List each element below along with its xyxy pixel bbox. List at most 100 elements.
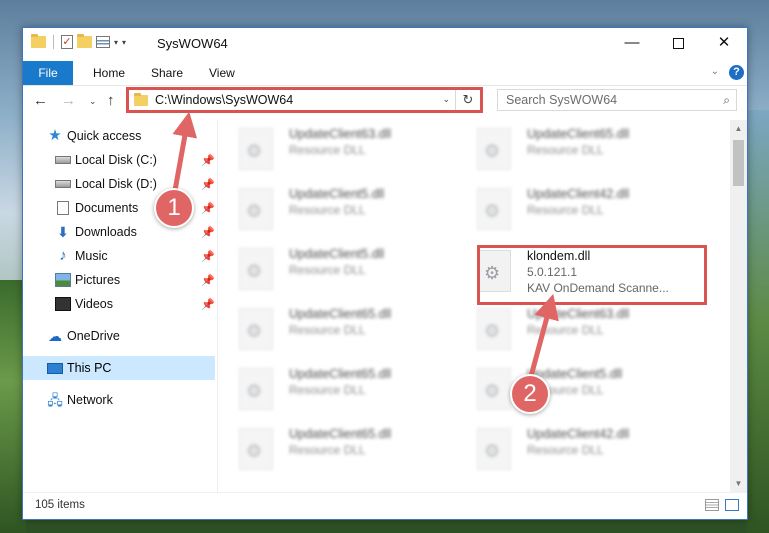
file-name: UpdateClient5.dll	[289, 247, 385, 261]
recent-locations-button[interactable]: ⌄	[89, 96, 97, 107]
music-icon: ♪	[59, 247, 67, 264]
sidebar-item-music[interactable]: ♪ Music 📌	[23, 244, 215, 268]
window-title: SysWOW64	[157, 36, 228, 51]
sidebar-item-label: Pictures	[75, 273, 121, 287]
properties-icon[interactable]	[96, 36, 110, 48]
dll-file-icon: ⚙	[477, 428, 511, 470]
file-type: Resource DLL	[289, 143, 366, 157]
tab-file[interactable]: File	[23, 61, 73, 85]
file-name: UpdateClient65.dll	[289, 367, 392, 381]
pin-icon[interactable]: 📌	[201, 202, 215, 215]
pin-icon[interactable]: 📌	[201, 274, 215, 287]
tab-view[interactable]: View	[209, 61, 235, 85]
sidebar-item-pictures[interactable]: Pictures 📌	[23, 268, 215, 292]
quick-access-toolbar: ✓ ▾ ▾	[31, 34, 126, 49]
expand-ribbon-icon[interactable]: ⌄	[711, 66, 719, 77]
minimize-button[interactable]: —	[609, 28, 655, 58]
ribbon: File Home Share View ⌄ ?	[23, 61, 747, 86]
sidebar-item-label: Local Disk (C:)	[75, 153, 157, 167]
gear-icon: ⚙	[246, 201, 263, 221]
disk-icon	[55, 156, 71, 164]
tab-share[interactable]: Share	[151, 61, 183, 85]
folder-icon	[31, 34, 46, 48]
dll-file-icon: ⚙	[239, 428, 273, 470]
network-icon: 🖧	[47, 392, 63, 408]
scrollbar-thumb[interactable]	[733, 140, 744, 186]
gear-icon: ⚙	[484, 441, 501, 461]
pin-icon[interactable]: 📌	[201, 226, 215, 239]
search-input[interactable]	[504, 92, 708, 108]
details-view-icon[interactable]	[705, 499, 719, 511]
dll-file-icon: ⚙	[239, 188, 273, 230]
forward-button[interactable]: →	[61, 92, 76, 109]
file-type: Resource DLL	[289, 323, 366, 337]
file-tile[interactable]: ⚙ UpdateClient42.dll Resource DLL	[457, 424, 685, 478]
dll-file-icon: ⚙	[477, 188, 511, 230]
search-icon[interactable]: ⌕	[723, 93, 730, 108]
dll-file-icon: ⚙	[239, 248, 273, 290]
file-name: UpdateClient42.dll	[527, 187, 630, 201]
sidebar-item-this-pc[interactable]: This PC	[23, 356, 215, 380]
sidebar-item-quick-access[interactable]: ★ Quick access	[23, 124, 215, 148]
step-2-badge: 2	[510, 374, 550, 414]
file-tile[interactable]: ⚙ UpdateClient5.dll Resource DLL	[457, 364, 685, 418]
file-tile[interactable]: ⚙ UpdateClient63.dll Resource DLL	[457, 304, 685, 358]
dll-file-icon: ⚙	[477, 128, 511, 170]
maximize-button[interactable]	[655, 28, 701, 58]
file-tile[interactable]: ⚙ UpdateClient65.dll Resource DLL	[219, 364, 447, 418]
sidebar-item-label: Quick access	[67, 129, 142, 143]
status-bar: 105 items	[23, 492, 747, 519]
properties-check-icon[interactable]: ✓	[61, 35, 73, 49]
pin-icon[interactable]: 📌	[201, 298, 215, 311]
pin-icon[interactable]: 📌	[201, 154, 215, 167]
up-button[interactable]: ↑	[107, 92, 115, 109]
file-tile[interactable]: ⚙ UpdateClient65.dll Resource DLL	[219, 304, 447, 358]
file-type: Resource DLL	[289, 203, 366, 217]
file-tile[interactable]: ⚙ UpdateClient63.dll Resource DLL	[219, 124, 447, 178]
toolbar-separator	[53, 35, 54, 49]
file-name: UpdateClient65.dll	[289, 307, 392, 321]
file-highlight-box	[477, 245, 707, 305]
help-icon[interactable]: ?	[729, 65, 744, 80]
dll-file-icon: ⚙	[239, 368, 273, 410]
step-1-badge: 1	[154, 188, 194, 228]
vertical-scrollbar[interactable]: ▲ ▼	[730, 120, 747, 492]
sidebar-item-label: Documents	[75, 201, 139, 215]
file-type: Resource DLL	[527, 323, 604, 337]
file-tile[interactable]: ⚙ UpdateClient65.dll Resource DLL	[219, 424, 447, 478]
search-box[interactable]: ⌕	[497, 89, 737, 111]
scroll-down-icon[interactable]: ▼	[730, 475, 747, 492]
sidebar-item-videos[interactable]: Videos 📌	[23, 292, 215, 316]
title-bar: ✓ ▾ ▾ SysWOW64 — ✕	[23, 28, 747, 61]
tab-home[interactable]: Home	[93, 61, 125, 85]
sidebar-item-local-disk-c[interactable]: Local Disk (C:) 📌	[23, 148, 215, 172]
pin-icon[interactable]: 📌	[201, 178, 215, 191]
sidebar-item-label: Videos	[75, 297, 113, 311]
pane-divider[interactable]	[217, 120, 218, 492]
file-tile[interactable]: ⚙ UpdateClient5.dll Resource DLL	[219, 244, 447, 298]
pin-icon[interactable]: 📌	[201, 250, 215, 263]
file-tile[interactable]: ⚙ UpdateClient5.dll Resource DLL	[219, 184, 447, 238]
sidebar-item-onedrive[interactable]: ☁ OneDrive	[23, 324, 215, 348]
gear-icon: ⚙	[484, 381, 501, 401]
customize-toolbar-icon[interactable]: ▾	[122, 38, 126, 47]
close-button[interactable]: ✕	[701, 28, 747, 58]
chevron-down-icon[interactable]: ▾	[114, 38, 118, 47]
file-tile[interactable]: ⚙ UpdateClient65.dll Resource DLL	[457, 124, 685, 178]
sidebar-item-label: Downloads	[75, 225, 137, 239]
star-icon: ★	[48, 127, 62, 144]
scroll-up-icon[interactable]: ▲	[730, 120, 747, 137]
file-list: ⚙ UpdateClient63.dll Resource DLL ⚙ Upda…	[219, 120, 733, 492]
onedrive-icon: ☁	[48, 328, 62, 344]
new-folder-icon[interactable]	[77, 34, 92, 48]
gear-icon: ⚙	[484, 201, 501, 221]
file-type: Resource DLL	[289, 443, 366, 457]
file-name: UpdateClient42.dll	[527, 427, 630, 441]
back-button[interactable]: ←	[33, 92, 48, 109]
gear-icon: ⚙	[246, 381, 263, 401]
file-tile[interactable]: ⚙ UpdateClient42.dll Resource DLL	[457, 184, 685, 238]
tiles-view-icon[interactable]	[725, 499, 739, 511]
dll-file-icon: ⚙	[477, 368, 511, 410]
sidebar-item-network[interactable]: 🖧 Network	[23, 388, 215, 412]
address-highlight-box	[126, 87, 483, 113]
